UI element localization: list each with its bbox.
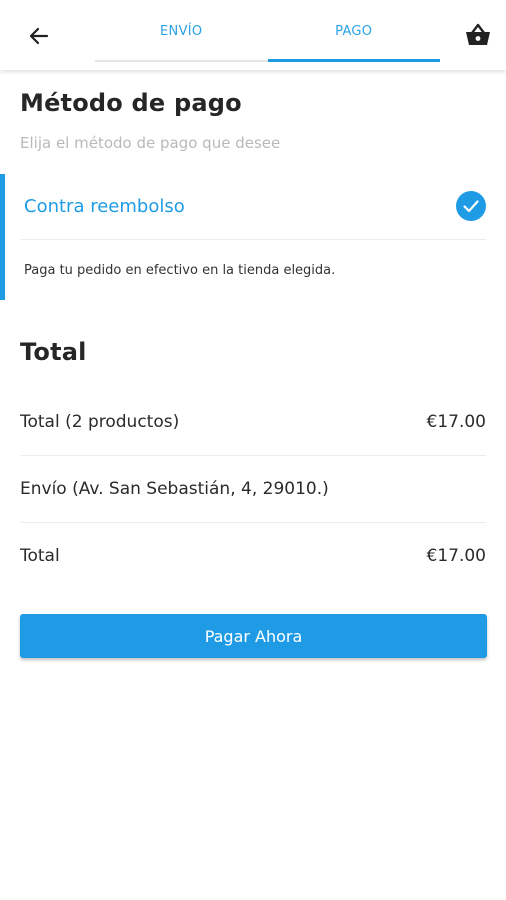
tab-envio-label: ENVÍO — [160, 23, 203, 39]
tab-envio-underline — [95, 60, 268, 62]
checkout-tabs: ENVÍO PAGO — [95, 0, 440, 62]
payment-option-name: Contra reembolso — [24, 196, 185, 217]
tab-pago-label: PAGO — [335, 23, 373, 39]
payment-option-card[interactable]: Contra reembolso Paga tu pedido en efect… — [0, 174, 506, 300]
tab-pago[interactable]: PAGO — [267, 0, 440, 62]
summary-row-label: Total — [20, 546, 60, 566]
checkout-screen: ENVÍO PAGO Método de pago Elija el métod… — [0, 0, 506, 900]
payment-option-description: Paga tu pedido en efectivo en la tienda … — [24, 263, 336, 278]
summary-row-total: Total €17.00 — [20, 523, 486, 589]
arrow-left-icon — [29, 27, 49, 45]
app-header: ENVÍO PAGO — [0, 0, 506, 70]
summary-row-value: €17.00 — [426, 546, 486, 566]
summary-row-products: Total (2 productos) €17.00 — [20, 389, 486, 455]
summary-row-shipping: Envío (Av. San Sebastián, 4, 29010.) — [20, 456, 486, 522]
payment-method-title: Método de pago — [20, 89, 242, 117]
payment-method-subtitle: Elija el método de pago que desee — [20, 134, 281, 152]
tab-pago-underline — [267, 59, 440, 62]
summary-title: Total — [20, 338, 87, 366]
selected-accent-bar — [0, 174, 5, 300]
basket-button[interactable] — [460, 18, 496, 52]
summary-row-value: €17.00 — [426, 412, 486, 432]
payment-option-divider — [20, 239, 486, 240]
back-button[interactable] — [22, 20, 56, 52]
pay-now-button[interactable]: Pagar Ahora — [20, 614, 487, 658]
check-circle-icon[interactable] — [455, 190, 487, 222]
summary-row-label: Total (2 productos) — [20, 412, 180, 432]
basket-icon — [466, 23, 490, 45]
tab-envio[interactable]: ENVÍO — [95, 0, 268, 62]
summary-row-label: Envío (Av. San Sebastián, 4, 29010.) — [20, 479, 329, 499]
